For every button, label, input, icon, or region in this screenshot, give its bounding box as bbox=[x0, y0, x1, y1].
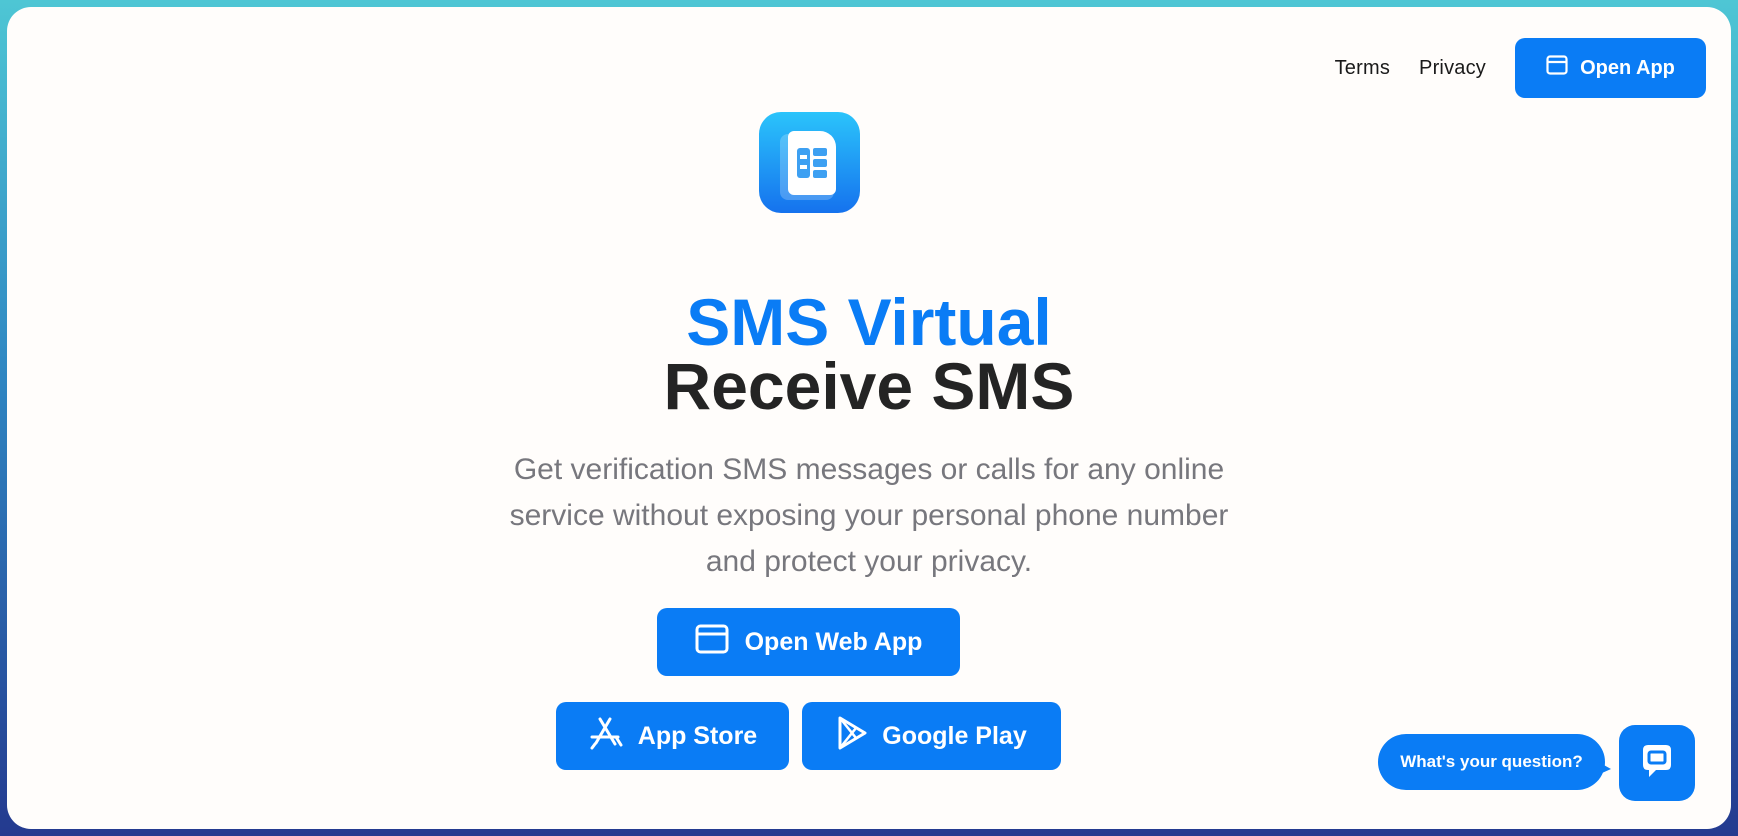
sim-card-icon bbox=[787, 130, 836, 195]
browser-window-icon bbox=[1546, 55, 1568, 81]
app-store-label: App Store bbox=[637, 721, 758, 750]
page-frame: Terms Privacy Open App SMS Virtual Recei… bbox=[7, 7, 1731, 829]
app-logo bbox=[759, 112, 860, 213]
hero-description: Get verification SMS messages or calls f… bbox=[369, 447, 1369, 585]
chat-launcher-button[interactable] bbox=[1619, 725, 1695, 801]
chat-prompt-bubble[interactable]: What's your question? bbox=[1378, 734, 1605, 790]
app-store-icon bbox=[588, 716, 624, 757]
open-app-button[interactable]: Open App bbox=[1515, 38, 1706, 98]
description-line: and protect your privacy. bbox=[705, 545, 1033, 578]
top-nav: Terms Privacy Open App bbox=[1335, 38, 1706, 98]
privacy-link[interactable]: Privacy bbox=[1419, 57, 1486, 80]
google-play-button[interactable]: Google Play bbox=[802, 702, 1061, 770]
chat-icon bbox=[1637, 741, 1677, 786]
google-play-label: Google Play bbox=[882, 721, 1027, 750]
chat-bubble-tail bbox=[1593, 759, 1611, 777]
browser-window-icon bbox=[695, 624, 729, 661]
terms-link[interactable]: Terms bbox=[1335, 57, 1390, 80]
app-store-button[interactable]: App Store bbox=[556, 702, 789, 770]
open-app-label: Open App bbox=[1580, 56, 1675, 79]
open-web-app-button[interactable]: Open Web App bbox=[657, 608, 960, 676]
description-line: service without exposing your personal p… bbox=[509, 499, 1229, 532]
open-web-app-label: Open Web App bbox=[744, 627, 923, 656]
hero-title: SMS Virtual bbox=[686, 285, 1052, 359]
google-play-icon bbox=[836, 715, 868, 758]
description-line: Get verification SMS messages or calls f… bbox=[513, 453, 1225, 486]
hero-subtitle-heading: Receive SMS bbox=[663, 349, 1075, 423]
